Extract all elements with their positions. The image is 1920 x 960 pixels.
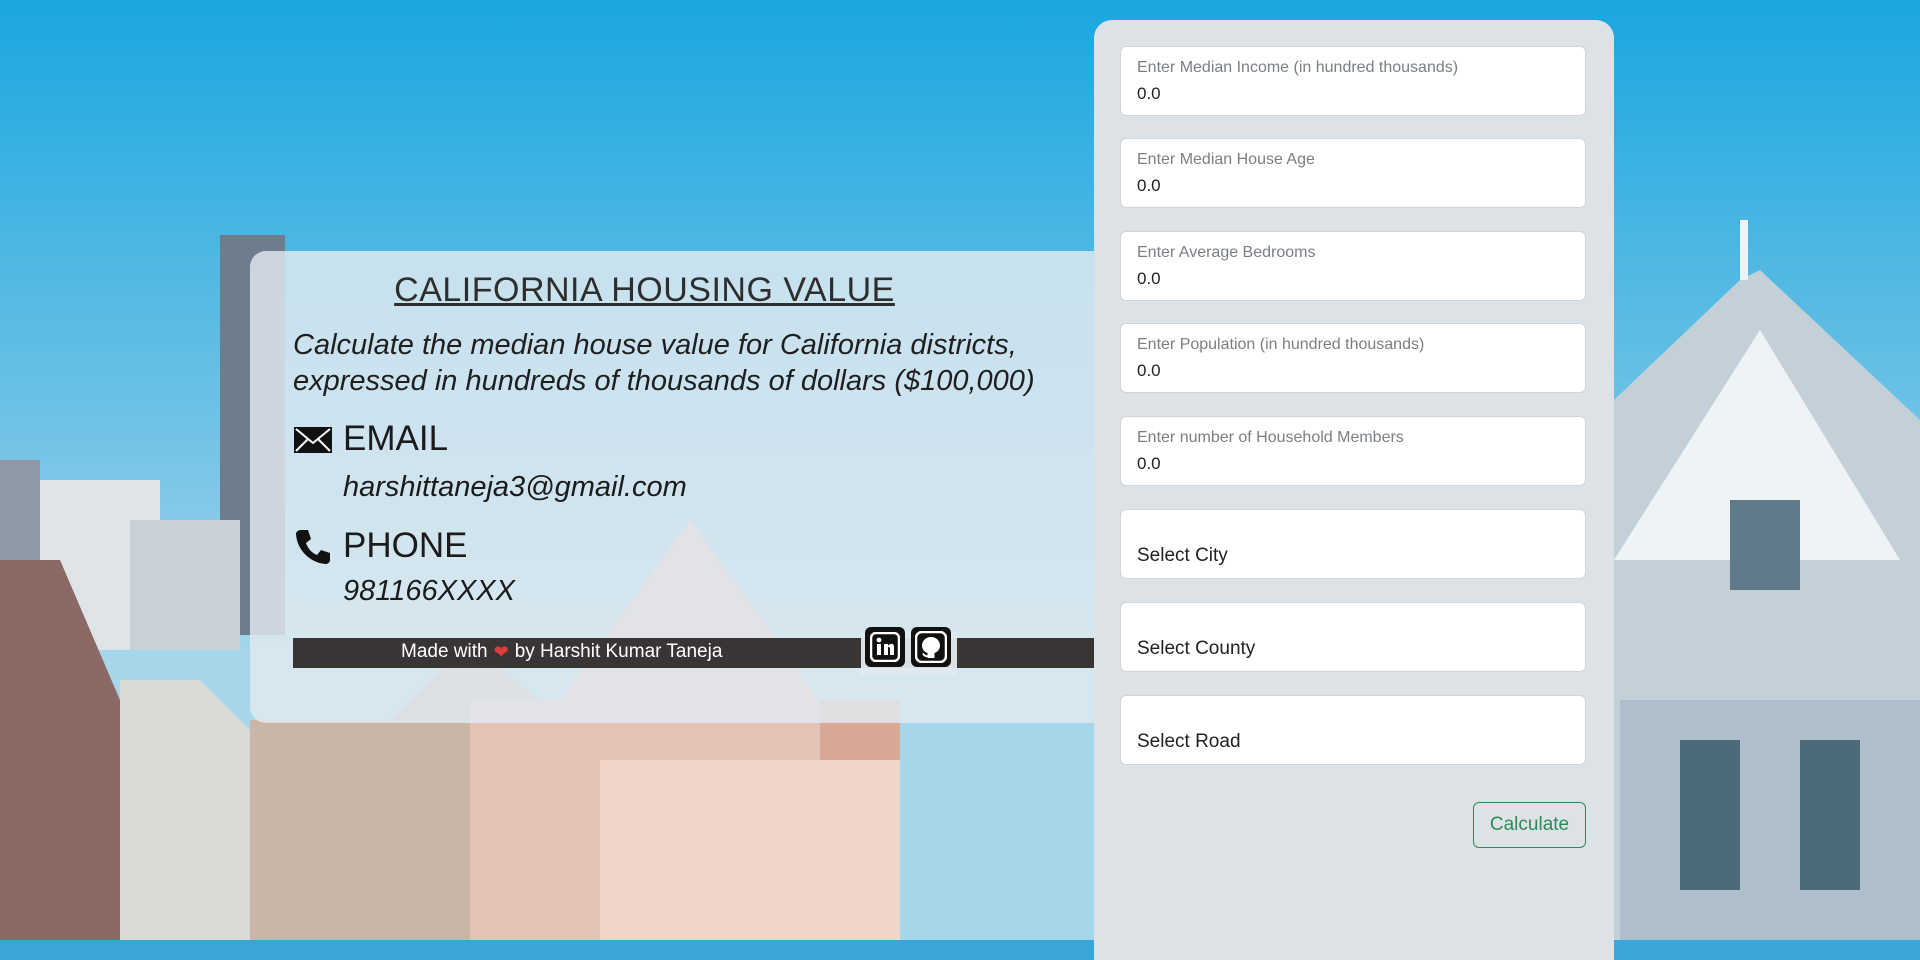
median-house-age-input[interactable]: 0.0: [1137, 176, 1161, 196]
median-income-field[interactable]: Enter Median Income (in hundred thousand…: [1120, 46, 1586, 116]
footer-author: by Harshit Kumar Taneja: [514, 641, 723, 662]
median-income-input[interactable]: 0.0: [1137, 84, 1161, 104]
city-select[interactable]: Select City: [1120, 509, 1586, 579]
social-links: [861, 627, 957, 675]
footer-made-with: Made with: [401, 641, 488, 662]
email-row: EMAIL: [293, 419, 448, 459]
page-subtitle: Calculate the median house value for Cal…: [293, 329, 1035, 397]
phone-icon: [296, 530, 330, 564]
phone-label: PHONE: [343, 526, 468, 565]
phone-row: PHONE: [293, 526, 467, 566]
average-bedrooms-input[interactable]: 0.0: [1137, 269, 1161, 289]
household-members-input[interactable]: 0.0: [1137, 454, 1161, 474]
page-title: CALIFORNIA HOUSING VALUE: [394, 271, 895, 309]
phone-value[interactable]: 981166XXXX: [343, 575, 515, 608]
population-label: Enter Population (in hundred thousands): [1137, 336, 1425, 353]
linkedin-icon[interactable]: [865, 627, 905, 667]
footer-credit: Made with ❤ by Harshit Kumar Taneja: [401, 641, 722, 663]
average-bedrooms-label: Enter Average Bedrooms: [1137, 244, 1316, 261]
email-label: EMAIL: [343, 419, 449, 458]
county-select-value: Select County: [1137, 638, 1256, 659]
road-select[interactable]: Select Road: [1120, 695, 1586, 765]
github-icon[interactable]: [911, 627, 951, 667]
household-members-label: Enter number of Household Members: [1137, 429, 1404, 446]
household-members-field[interactable]: Enter number of Household Members 0.0: [1120, 416, 1586, 486]
city-select-value: Select City: [1137, 545, 1228, 566]
median-income-label: Enter Median Income (in hundred thousand…: [1137, 59, 1459, 76]
info-panel: CALIFORNIA HOUSING VALUE Calculate the m…: [250, 251, 1094, 723]
average-bedrooms-field[interactable]: Enter Average Bedrooms 0.0: [1120, 231, 1586, 301]
calculate-button[interactable]: Calculate: [1473, 802, 1586, 848]
footer-bar: Made with ❤ by Harshit Kumar Taneja: [293, 627, 1094, 675]
email-value[interactable]: harshittaneja3@gmail.com: [343, 471, 687, 504]
population-input[interactable]: 0.0: [1137, 361, 1161, 381]
population-field[interactable]: Enter Population (in hundred thousands) …: [1120, 323, 1586, 393]
median-house-age-field[interactable]: Enter Median House Age 0.0: [1120, 138, 1586, 208]
heart-icon: ❤: [493, 641, 509, 662]
prediction-form: Enter Median Income (in hundred thousand…: [1094, 20, 1614, 960]
median-house-age-label: Enter Median House Age: [1137, 151, 1315, 168]
county-select[interactable]: Select County: [1120, 602, 1586, 672]
road-select-value: Select Road: [1137, 731, 1241, 752]
envelope-icon: [294, 427, 332, 453]
